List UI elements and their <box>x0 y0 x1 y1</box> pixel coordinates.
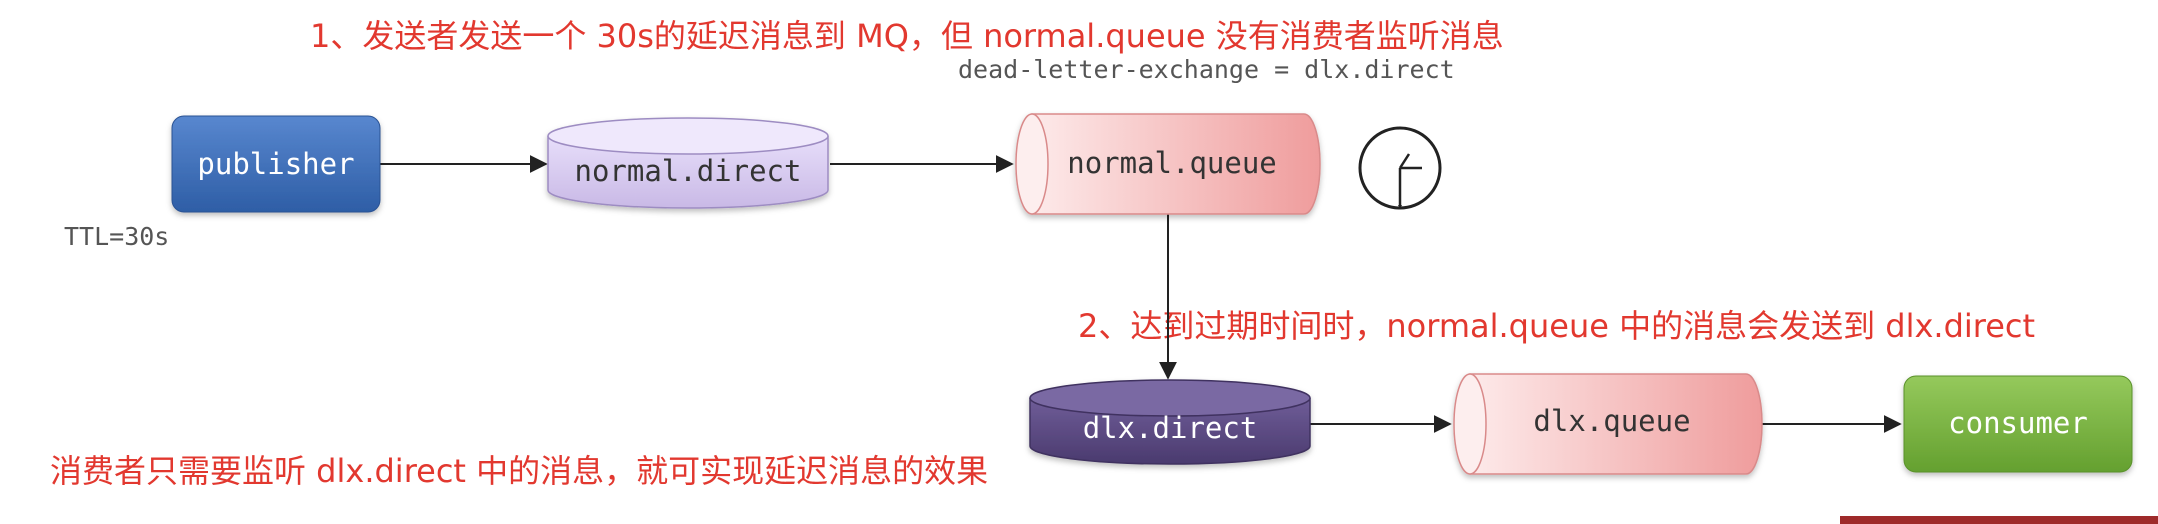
step2-annotation: 2、达到过期时间时，normal.queue 中的消息会发送到 dlx.dire… <box>1078 307 2035 345</box>
summary-annotation: 消费者只需要监听 dlx.direct 中的消息，就可实现延迟消息的效果 <box>50 452 988 490</box>
consumer-label: consumer <box>1948 406 2088 440</box>
dlx-exchange-label: dlx.direct <box>1083 411 1258 445</box>
dlx-queue-label: dlx.queue <box>1533 404 1690 438</box>
delay-message-diagram: 1、发送者发送一个 30s的延迟消息到 MQ，但 normal.queue 没有… <box>50 17 2158 524</box>
publisher-label: publisher <box>197 147 354 181</box>
bottom-edge-bar <box>1840 516 2158 524</box>
ttl-label: TTL=30s <box>64 222 169 251</box>
normal-exchange-label: normal.direct <box>575 154 802 188</box>
normal-queue-label: normal.queue <box>1067 146 1277 180</box>
step1-annotation: 1、发送者发送一个 30s的延迟消息到 MQ，但 normal.queue 没有… <box>310 17 1504 55</box>
clock-icon <box>1358 126 1442 210</box>
dead-letter-config-label: dead-letter-exchange = dlx.direct <box>958 55 1455 84</box>
